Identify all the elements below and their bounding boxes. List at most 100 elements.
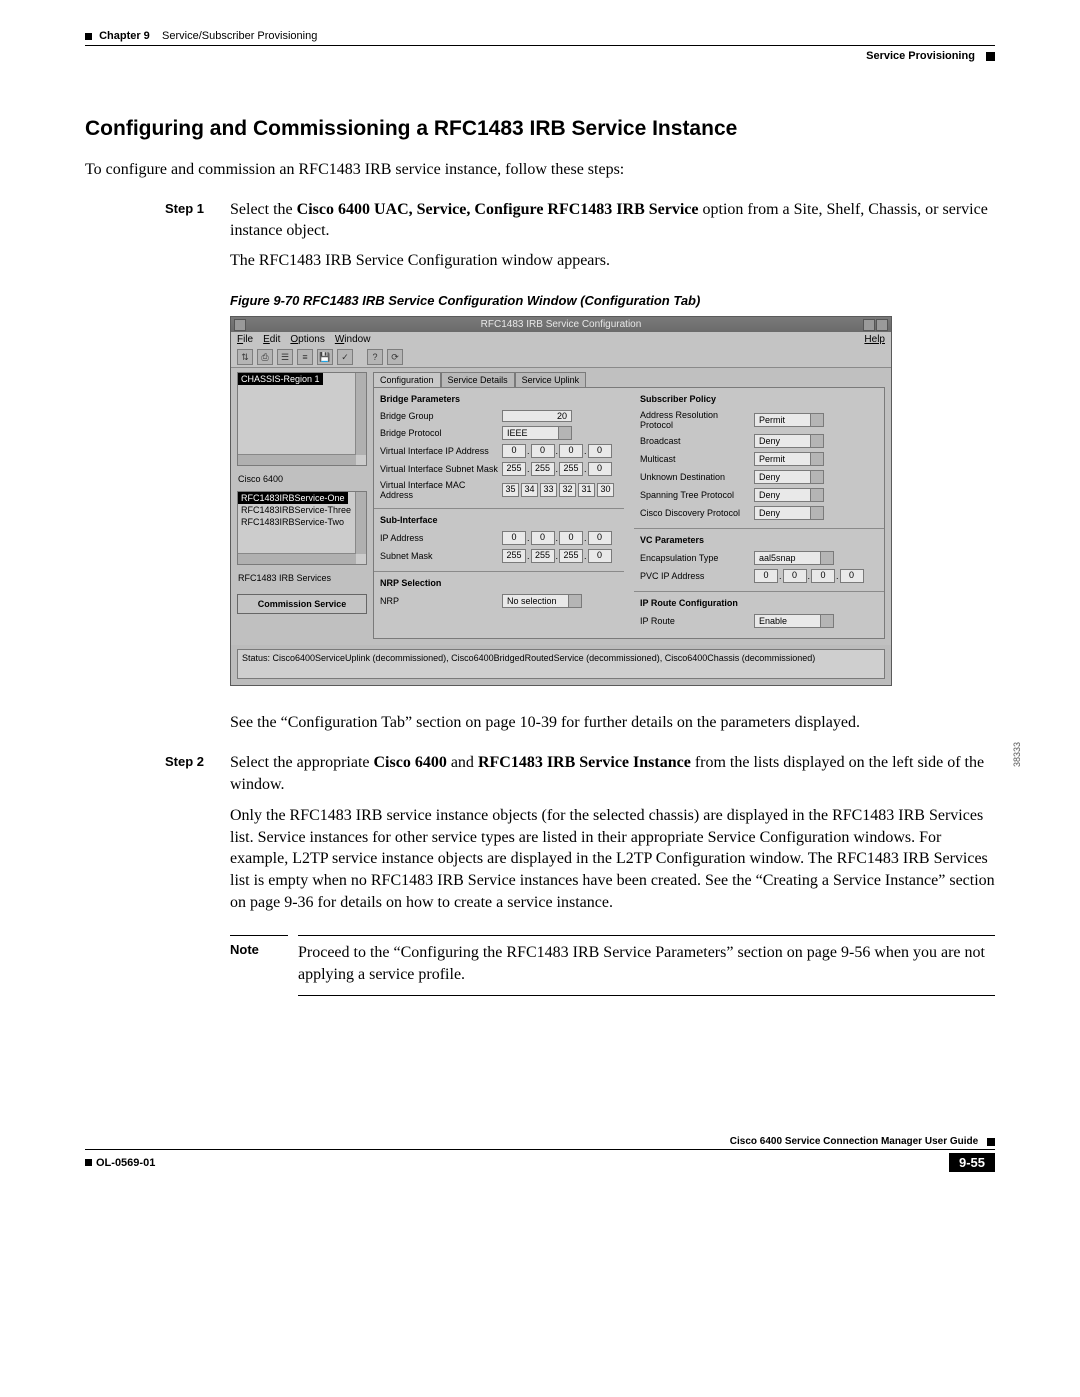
tab-bar: Configuration Service Details Service Up… bbox=[373, 372, 885, 387]
iproute-select[interactable]: Enable bbox=[754, 614, 834, 628]
chassis-list[interactable]: CHASSIS-Region 1 bbox=[237, 372, 367, 466]
note-text: Proceed to the “Configuring the RFC1483 … bbox=[298, 935, 995, 996]
chevron-down-icon bbox=[820, 552, 833, 564]
figure-caption: Figure 9-70 RFC1483 IRB Service Configur… bbox=[230, 293, 995, 308]
chevron-down-icon bbox=[810, 435, 823, 447]
chapter-number: Chapter 9 bbox=[99, 30, 150, 42]
bc-select[interactable]: Deny bbox=[754, 434, 824, 448]
iproute-title: IP Route Configuration bbox=[640, 598, 878, 608]
tab-configuration[interactable]: Configuration bbox=[373, 372, 441, 387]
note-block: Note Proceed to the “Configuring the RFC… bbox=[230, 935, 995, 996]
toolbar-print-icon[interactable]: ⎙ bbox=[257, 349, 273, 365]
tab-service-details[interactable]: Service Details bbox=[441, 372, 515, 387]
figure-number: 38333 bbox=[1012, 742, 1022, 767]
vmac-label: Virtual Interface MAC Address bbox=[380, 480, 498, 500]
toolbar-save-icon[interactable]: 💾 bbox=[317, 349, 333, 365]
service-item[interactable]: RFC1483IRBService-Two bbox=[238, 516, 366, 528]
stp-select[interactable]: Deny bbox=[754, 488, 824, 502]
subif-title: Sub-Interface bbox=[380, 515, 618, 525]
step-2-label: Step 2 bbox=[165, 752, 230, 913]
services-list[interactable]: RFC1483IRBService-One RFC1483IRBService-… bbox=[237, 491, 367, 565]
chevron-down-icon bbox=[810, 453, 823, 465]
pvc-input[interactable]: 0.0.0.0 bbox=[754, 569, 864, 583]
toolbar-btn-3[interactable]: ☰ bbox=[277, 349, 293, 365]
iproute-label: IP Route bbox=[640, 616, 750, 626]
nrp-label: NRP bbox=[380, 596, 498, 606]
toolbar-list-icon[interactable]: ≡ bbox=[297, 349, 313, 365]
window-icon bbox=[234, 319, 246, 331]
chevron-down-icon bbox=[820, 615, 833, 627]
titlebar: RFC1483 IRB Service Configuration bbox=[231, 317, 891, 332]
footer-marker-left bbox=[85, 1159, 92, 1166]
vmask-label: Virtual Interface Subnet Mask bbox=[380, 464, 498, 474]
toolbar-refresh-icon[interactable]: ⟳ bbox=[387, 349, 403, 365]
menu-edit[interactable]: Edit bbox=[263, 334, 280, 345]
services-panel-label: RFC1483 IRB Services bbox=[238, 573, 367, 583]
bridge-group-input[interactable]: 20 bbox=[502, 410, 572, 422]
status-bar: Status: Cisco6400ServiceUplink (decommis… bbox=[237, 649, 885, 679]
chevron-down-icon bbox=[568, 595, 581, 607]
window-title: RFC1483 IRB Service Configuration bbox=[481, 319, 642, 330]
chevron-down-icon bbox=[810, 471, 823, 483]
scrollbar-h[interactable] bbox=[238, 454, 356, 465]
chassis-selected[interactable]: CHASSIS-Region 1 bbox=[238, 373, 323, 385]
toolbar-check-icon[interactable]: ✓ bbox=[337, 349, 353, 365]
bridge-protocol-label: Bridge Protocol bbox=[380, 428, 498, 438]
subip-input[interactable]: 0.0.0.0 bbox=[502, 531, 612, 545]
page-header: Chapter 9 Service/Subscriber Provisionin… bbox=[85, 30, 995, 46]
step-2: Step 2 Select the appropriate Cisco 6400… bbox=[85, 752, 995, 913]
nrp-title: NRP Selection bbox=[380, 578, 618, 588]
scrollbar-v[interactable] bbox=[355, 373, 366, 455]
toolbar-btn-1[interactable]: ⇅ bbox=[237, 349, 253, 365]
maximize-button[interactable] bbox=[876, 319, 888, 331]
step-1: Step 1 Select the Cisco 6400 UAC, Servic… bbox=[85, 199, 995, 272]
ud-label: Unknown Destination bbox=[640, 472, 750, 482]
note-label: Note bbox=[230, 935, 288, 957]
menu-options[interactable]: Options bbox=[290, 334, 324, 345]
arp-select[interactable]: Permit bbox=[754, 413, 824, 427]
bridge-protocol-select[interactable]: IEEE bbox=[502, 426, 572, 440]
pvc-label: PVC IP Address bbox=[640, 571, 750, 581]
chevron-down-icon bbox=[810, 489, 823, 501]
header-marker bbox=[85, 33, 92, 40]
minimize-button[interactable] bbox=[863, 319, 875, 331]
section-title: Service Provisioning bbox=[866, 50, 975, 62]
mc-label: Multicast bbox=[640, 454, 750, 464]
scrollbar-h[interactable] bbox=[238, 553, 356, 564]
section-header: Service Provisioning bbox=[85, 50, 995, 62]
vmac-input[interactable]: 353433323130 bbox=[502, 483, 614, 497]
step-2-text: Select the appropriate Cisco 6400 and RF… bbox=[230, 752, 995, 913]
menu-file[interactable]: File bbox=[237, 334, 253, 345]
service-item-selected[interactable]: RFC1483IRBService-One bbox=[238, 492, 348, 504]
post-p1: See the “Configuration Tab” section on p… bbox=[230, 712, 995, 734]
vc-title: VC Parameters bbox=[640, 535, 878, 545]
mc-select[interactable]: Permit bbox=[754, 452, 824, 466]
subip-label: IP Address bbox=[380, 533, 498, 543]
intro-text: To configure and commission an RFC1483 I… bbox=[85, 159, 995, 181]
nrp-select[interactable]: No selection bbox=[502, 594, 582, 608]
cdp-select[interactable]: Deny bbox=[754, 506, 824, 520]
cisco6400-label: Cisco 6400 bbox=[238, 474, 367, 484]
tab-service-uplink[interactable]: Service Uplink bbox=[515, 372, 587, 387]
submask-input[interactable]: 255.255.255.0 bbox=[502, 549, 612, 563]
ud-select[interactable]: Deny bbox=[754, 470, 824, 484]
chevron-down-icon bbox=[810, 507, 823, 519]
page-number: 9-55 bbox=[949, 1153, 995, 1172]
cdp-label: Cisco Discovery Protocol bbox=[640, 508, 750, 518]
section-marker bbox=[986, 52, 995, 61]
right-panel: Configuration Service Details Service Up… bbox=[373, 372, 885, 639]
enc-select[interactable]: aal5snap bbox=[754, 551, 834, 565]
menu-window[interactable]: Window bbox=[335, 334, 371, 345]
toolbar-help-icon[interactable]: ? bbox=[367, 349, 383, 365]
footer-ol: OL-0569-01 bbox=[96, 1157, 155, 1169]
left-panel: CHASSIS-Region 1 Cisco 6400 RFC1483IRBSe… bbox=[237, 372, 367, 639]
menu-help[interactable]: Help bbox=[864, 334, 885, 345]
vmask-input[interactable]: 255.255.255.0 bbox=[502, 462, 612, 476]
submask-label: Subnet Mask bbox=[380, 551, 498, 561]
commission-service-button[interactable]: Commission Service bbox=[237, 594, 367, 614]
service-item[interactable]: RFC1483IRBService-Three bbox=[238, 504, 366, 516]
vip-input[interactable]: 0.0.0.0 bbox=[502, 444, 612, 458]
page-title: Configuring and Commissioning a RFC1483 … bbox=[85, 117, 995, 141]
scrollbar-v[interactable] bbox=[355, 492, 366, 554]
toolbar: ⇅ ⎙ ☰ ≡ 💾 ✓ ? ⟳ bbox=[231, 347, 891, 368]
